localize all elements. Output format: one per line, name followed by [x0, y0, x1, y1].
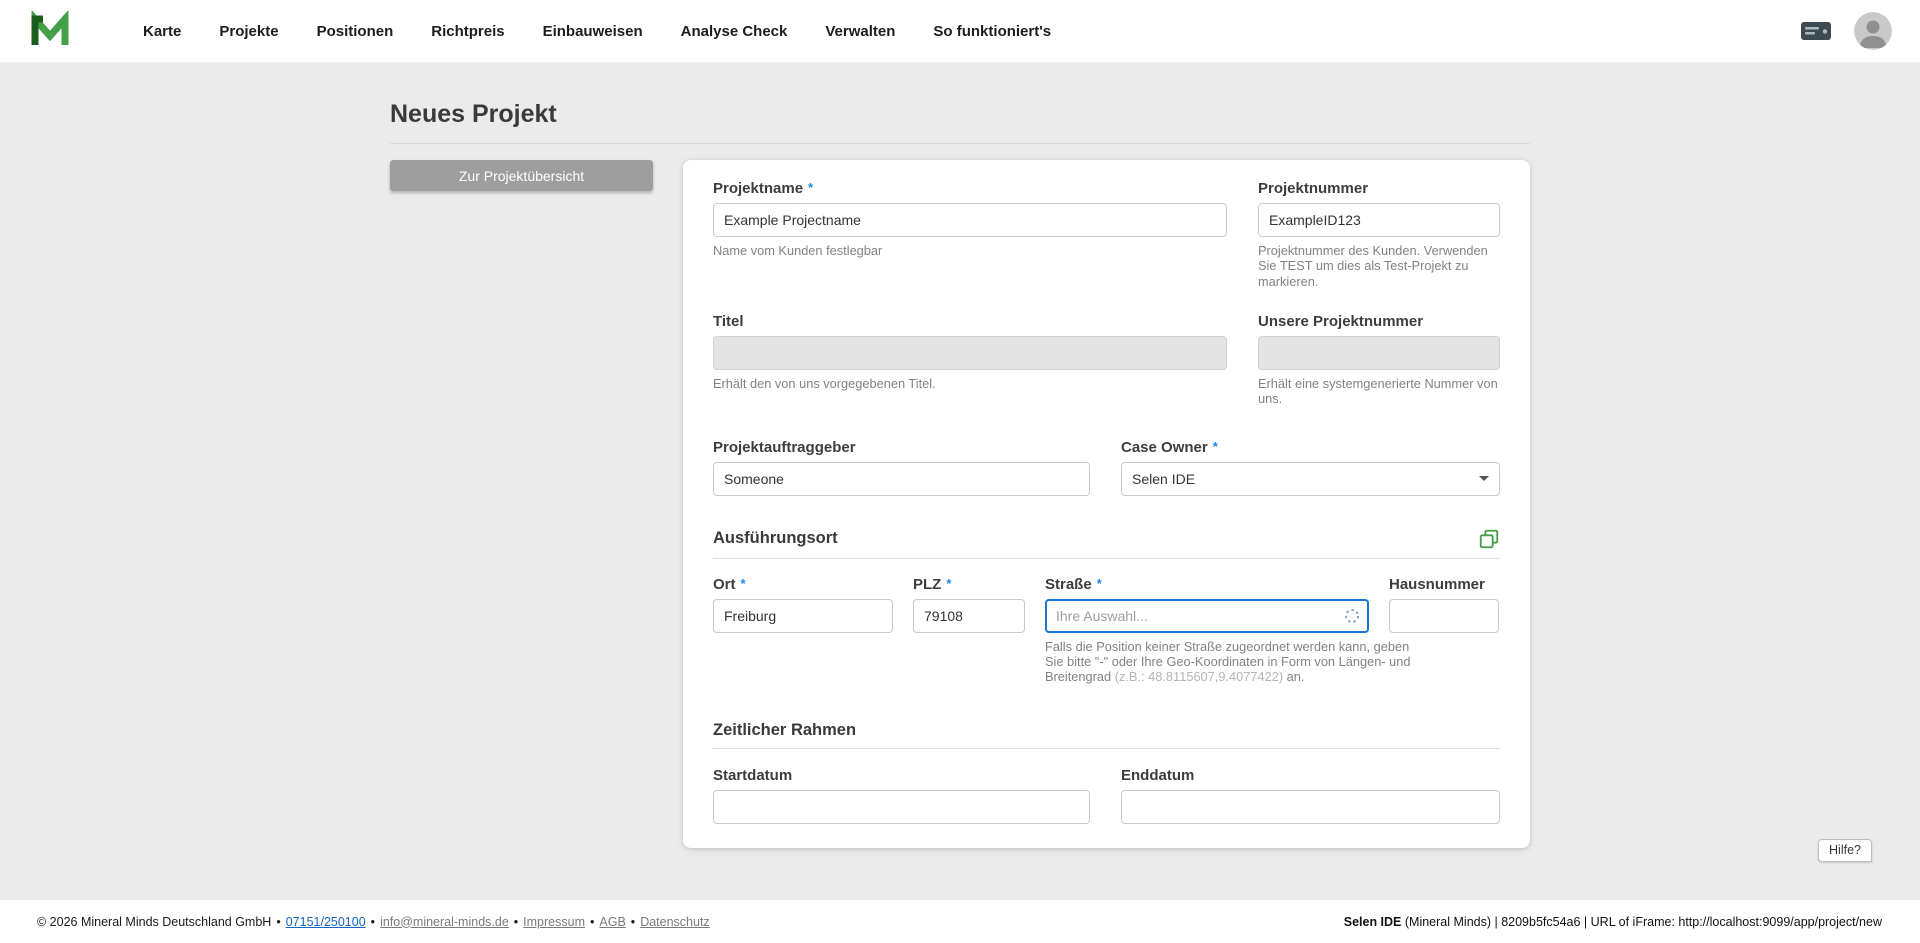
unsere-projektnummer-label: Unsere Projektnummer [1258, 313, 1423, 331]
ort-label: Ort [713, 576, 736, 594]
case-owner-value: Selen IDE [1132, 471, 1195, 487]
nav-item-verwalten[interactable]: Verwalten [806, 23, 914, 40]
footer-session-details: (Mineral Minds) | 8209b5fc54a6 | URL of … [1401, 915, 1882, 929]
enddatum-field: Enddatum [1121, 767, 1500, 824]
titel-field: Titel Erhält den von uns vorgegebenen Ti… [713, 313, 1227, 391]
titel-input [713, 336, 1227, 370]
nav-item-positionen[interactable]: Positionen [298, 23, 413, 40]
unsere-projektnummer-field: Unsere Projektnummer Erhält eine systemg… [1258, 313, 1500, 407]
footer-agb-link[interactable]: AGB [599, 915, 625, 929]
footer: © 2026 Mineral Minds Deutschland GmbH • … [0, 900, 1920, 943]
projektname-input[interactable] [713, 203, 1227, 237]
required-marker: * [1213, 439, 1218, 454]
case-owner-label: Case Owner [1121, 439, 1208, 457]
required-marker: * [1097, 576, 1102, 591]
startdatum-label: Startdatum [713, 767, 792, 785]
enddatum-label: Enddatum [1121, 767, 1194, 785]
logo-m-icon [28, 11, 72, 51]
projektname-field: Projektname * Name vom Kunden festlegbar [713, 180, 1227, 258]
help-button[interactable]: Hilfe? [1818, 839, 1872, 862]
titel-helper: Erhält den von uns vorgegebenen Titel. [713, 376, 1227, 391]
ausfuehrungsort-section-header: Ausführungsort [713, 528, 1500, 550]
zeitlicher-rahmen-section-header: Zeitlicher Rahmen [713, 721, 1500, 740]
ausfuehrungsort-title: Ausführungsort [713, 529, 838, 548]
strasse-field: Straße * Falls die Position keiner Straß… [1045, 576, 1369, 685]
startdatum-input[interactable] [713, 790, 1090, 824]
main-content: Neues Projekt Zur Projektübersicht Proje… [0, 100, 1920, 848]
titel-label: Titel [713, 313, 744, 331]
nav-item-karte[interactable]: Karte [124, 23, 200, 40]
copyright-text: © 2026 Mineral Minds Deutschland GmbH [37, 915, 271, 929]
footer-session-info: Selen IDE (Mineral Minds) | 8209b5fc54a6… [1344, 915, 1882, 929]
nav-item-projekte[interactable]: Projekte [200, 23, 297, 40]
unsere-projektnummer-input [1258, 336, 1500, 370]
strasse-input[interactable] [1045, 599, 1369, 633]
unsere-projektnummer-helper: Erhält eine systemgenerierte Nummer von … [1258, 376, 1500, 407]
form-row-address: Ort * PLZ * Straße [713, 576, 1500, 685]
plz-input[interactable] [913, 599, 1025, 633]
form-row-auftraggeber-owner: Projektauftraggeber Case Owner * Selen I… [713, 439, 1500, 496]
required-marker: * [808, 180, 813, 195]
plz-label: PLZ [913, 576, 941, 594]
plz-field: PLZ * [913, 576, 1025, 633]
projektname-label: Projektname [713, 180, 803, 198]
form-row-name-number: Projektname * Name vom Kunden festlegbar… [713, 180, 1500, 289]
user-avatar[interactable] [1854, 12, 1892, 50]
nav-item-analyse-check[interactable]: Analyse Check [662, 23, 807, 40]
page-title: Neues Projekt [390, 100, 1530, 129]
required-marker: * [741, 576, 746, 591]
hausnummer-label: Hausnummer [1389, 576, 1485, 594]
copy-icon[interactable] [1478, 528, 1500, 550]
title-divider [390, 143, 1530, 144]
ort-input[interactable] [713, 599, 893, 633]
projektnummer-helper: Projektnummer des Kunden. Verwenden Sie … [1258, 243, 1500, 289]
zeitlicher-rahmen-title: Zeitlicher Rahmen [713, 721, 856, 740]
projektauftraggeber-field: Projektauftraggeber [713, 439, 1090, 496]
enddatum-input[interactable] [1121, 790, 1500, 824]
ort-field: Ort * [713, 576, 893, 633]
mineral-minds-logo[interactable] [28, 9, 74, 53]
strasse-label: Straße [1045, 576, 1092, 594]
required-marker: * [946, 576, 951, 591]
form-row-titel-nummer: Titel Erhält den von uns vorgegebenen Ti… [713, 313, 1500, 407]
chevron-down-icon [1479, 476, 1489, 481]
strasse-helper: Falls die Position keiner Straße zugeord… [1045, 639, 1415, 685]
footer-email-link[interactable]: info@mineral-minds.de [380, 915, 509, 929]
ausfuehrungsort-divider [713, 558, 1500, 559]
top-navbar: Karte Projekte Positionen Richtpreis Ein… [0, 0, 1920, 62]
zeitlicher-rahmen-divider [713, 748, 1500, 749]
projektnummer-input[interactable] [1258, 203, 1500, 237]
projektname-helper: Name vom Kunden festlegbar [713, 243, 1227, 258]
server-icon[interactable] [1800, 19, 1832, 43]
nav-item-so-funktionierts[interactable]: So funktioniert's [914, 23, 1070, 40]
hausnummer-field: Hausnummer [1389, 576, 1499, 633]
project-overview-button[interactable]: Zur Projektübersicht [390, 160, 653, 191]
loading-spinner-icon [1344, 608, 1360, 624]
case-owner-select[interactable]: Selen IDE [1121, 462, 1500, 496]
form-row-dates: Startdatum Enddatum [713, 767, 1500, 824]
nav-right-area [1800, 12, 1892, 50]
hausnummer-input[interactable] [1389, 599, 1499, 633]
nav-item-richtpreis[interactable]: Richtpreis [412, 23, 523, 40]
main-nav: Karte Projekte Positionen Richtpreis Ein… [124, 23, 1070, 40]
footer-phone-link[interactable]: 07151/250100 [286, 915, 366, 929]
projektauftraggeber-input[interactable] [713, 462, 1090, 496]
footer-impressum-link[interactable]: Impressum [523, 915, 585, 929]
new-project-form-card: Projektname * Name vom Kunden festlegbar… [683, 160, 1530, 848]
projektauftraggeber-label: Projektauftraggeber [713, 439, 856, 457]
footer-datenschutz-link[interactable]: Datenschutz [640, 915, 709, 929]
nav-item-einbauweisen[interactable]: Einbauweisen [524, 23, 662, 40]
case-owner-field: Case Owner * Selen IDE [1121, 439, 1500, 496]
projektnummer-label: Projektnummer [1258, 180, 1368, 198]
startdatum-field: Startdatum [713, 767, 1090, 824]
projektnummer-field: Projektnummer Projektnummer des Kunden. … [1258, 180, 1500, 289]
footer-user-name: Selen IDE [1344, 915, 1402, 929]
footer-left: © 2026 Mineral Minds Deutschland GmbH • … [37, 915, 710, 929]
